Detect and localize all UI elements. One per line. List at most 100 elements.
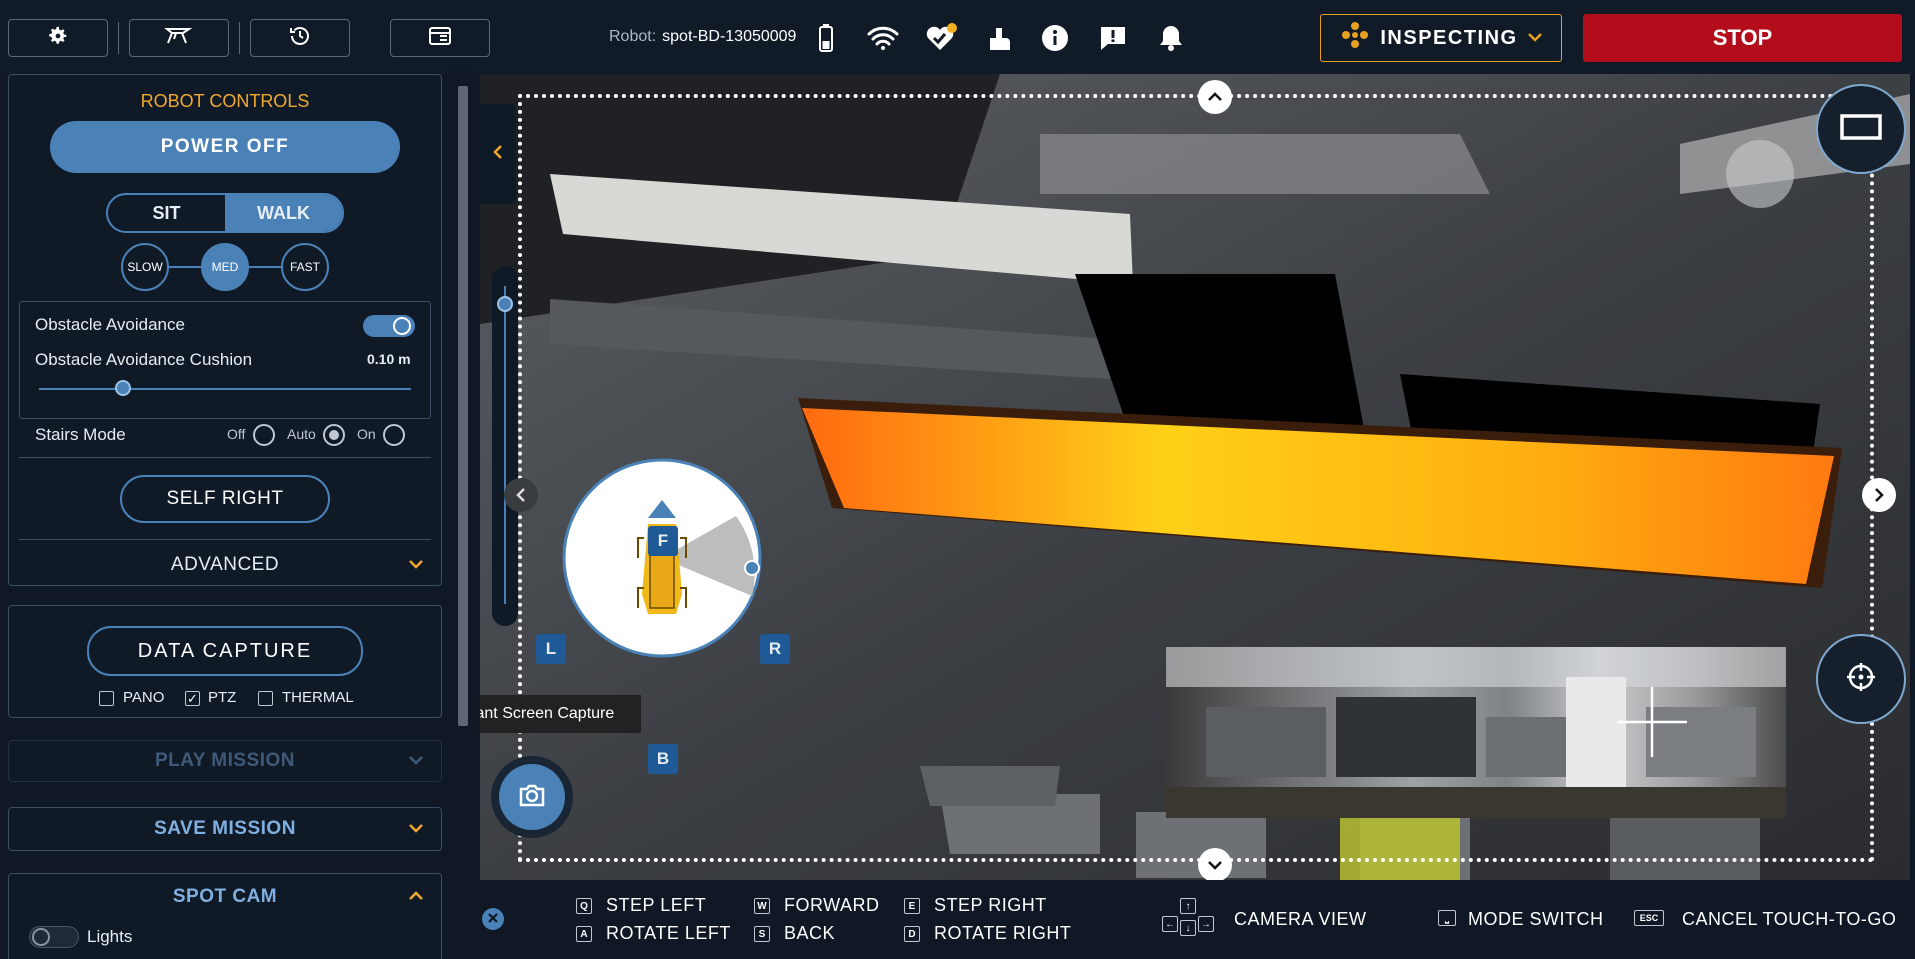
key-s: S [754,926,770,942]
obstacle-avoidance-label: Obstacle Avoidance [35,315,185,334]
instant-capture-button[interactable] [491,756,573,838]
arrow-keys-icon: ↑ ← ↓ → [1160,898,1216,938]
stairs-off-radio[interactable] [253,424,275,446]
keyboard-shortcuts-bar: Q STEP LEFT A ROTATE LEFT W FORWARD S BA… [472,880,1915,959]
fullscreen-button[interactable] [1816,84,1906,174]
mode-label: INSPECTING [1380,26,1518,49]
battery-icon[interactable] [809,22,843,54]
history-button[interactable] [250,19,350,57]
robot-path-button[interactable] [129,19,229,57]
pano-checkbox[interactable] [99,691,114,706]
pano-label: PANO [123,689,165,706]
step-left-label: STEP LEFT [606,895,707,915]
direction-compass[interactable] [540,428,770,688]
zoom-slider[interactable] [492,266,518,626]
ptz-label: PTZ [208,689,237,706]
play-mission-header[interactable]: PLAY MISSION [9,750,441,772]
robot-controls-card: ROBOT CONTROLS POWER OFF SIT WALK SLOW M… [8,74,442,586]
left-panel: ROBOT CONTROLS POWER OFF SIT WALK SLOW M… [0,74,452,959]
stairs-auto-radio[interactable] [323,424,345,446]
advanced-section-header[interactable]: ADVANCED [9,553,441,577]
data-capture-card: DATA CAPTURE PANO ✓ PTZ THERMAL [8,605,442,718]
layout-icon [428,26,452,51]
health-icon[interactable] [924,22,958,54]
forward-label: FORWARD [784,895,880,915]
gear-icon [47,25,69,52]
stairs-on-radio[interactable] [383,424,405,446]
obstacle-cushion-value: 0.10 m [367,351,411,367]
key-w: W [754,898,770,914]
close-icon [488,910,498,928]
tilt-down-button[interactable] [1198,848,1232,880]
esc-key: ESC [1634,910,1664,926]
inspecting-icon [1340,20,1370,56]
mode-switch-label: MODE SWITCH [1468,909,1604,929]
layout-button[interactable] [390,19,490,57]
lights-toggle[interactable] [29,926,79,948]
chevron-up-icon [409,888,423,906]
walk-button[interactable]: WALK [225,195,342,231]
wifi-icon[interactable] [866,22,900,54]
obstacle-avoidance-toggle[interactable] [363,315,415,337]
save-mission-header[interactable]: SAVE MISSION [9,818,441,840]
chevron-down-icon [1527,29,1542,47]
cancel-touch-to-go-label: CANCEL TOUCH-TO-GO [1682,909,1897,929]
close-shortcuts-button[interactable] [482,908,504,930]
stairs-auto-label: Auto [287,426,316,442]
zoom-slider-handle[interactable] [497,296,513,312]
thermal-label: THERMAL [282,689,354,706]
lights-label: Lights [87,927,133,946]
settings-button[interactable] [8,19,108,57]
chevron-down-icon [409,556,423,574]
play-mission-card[interactable]: PLAY MISSION [8,740,442,782]
robot-name-label: Robot: spot-BD-13050009 [609,28,797,45]
spot-cam-header[interactable]: SPOT CAM [9,886,441,908]
direction-back-label: B [648,744,678,774]
pan-right-button[interactable] [1862,478,1896,512]
space-key-icon: ⎵ [1438,910,1456,926]
step-right-label: STEP RIGHT [934,895,1047,915]
self-right-button[interactable]: SELF RIGHT [120,475,330,523]
save-mission-card[interactable]: SAVE MISSION [8,807,442,851]
back-label: BACK [784,923,836,943]
collapse-panel-tab[interactable] [480,104,516,204]
obstacle-cushion-slider[interactable] [39,388,411,390]
mode-dropdown-button[interactable]: INSPECTING [1320,14,1562,62]
stop-button[interactable]: STOP [1583,14,1902,62]
chevron-left-icon [493,144,503,164]
speed-fast-button[interactable]: FAST [281,243,329,291]
bell-icon[interactable] [1154,22,1188,54]
feedback-icon[interactable] [1096,22,1130,54]
camera-view[interactable]: Instant Screen Capture F B L R [480,74,1910,880]
history-icon [288,24,312,53]
left-panel-scrollbar[interactable] [454,68,472,959]
pano-minimap[interactable] [1166,647,1786,818]
stairs-mode-label: Stairs Mode [35,425,126,444]
top-bar: Robot: spot-BD-13050009 INSPECTING STOP [0,0,1915,74]
tilt-up-button[interactable] [1198,80,1232,114]
sit-button[interactable]: SIT [108,195,225,231]
thermal-checkbox[interactable] [258,691,273,706]
ptz-checkbox[interactable]: ✓ [185,691,200,706]
divider [118,22,119,54]
divider [239,22,240,54]
camera-icon [518,783,546,812]
info-icon[interactable] [1038,22,1072,54]
pan-left-button[interactable] [504,478,538,512]
speed-med-button[interactable]: MED [201,243,249,291]
data-capture-button[interactable]: DATA CAPTURE [87,626,363,676]
key-d: D [904,926,920,942]
chevron-down-icon [409,752,423,770]
speed-slow-button[interactable]: SLOW [121,243,169,291]
rotate-right-label: ROTATE RIGHT [934,923,1072,943]
arm-icon[interactable] [983,22,1017,54]
obstacle-cushion-label: Obstacle Avoidance Cushion [35,350,253,369]
power-off-button[interactable]: POWER OFF [50,121,400,173]
fullscreen-icon [1840,113,1882,145]
camera-view-label: CAMERA VIEW [1234,909,1367,929]
slider-handle[interactable] [115,380,131,396]
sit-walk-toggle: SIT WALK [106,193,344,233]
robot-controls-title: ROBOT CONTROLS [140,91,310,111]
recenter-button[interactable] [1816,634,1906,724]
direction-forward-label: F [648,526,678,556]
